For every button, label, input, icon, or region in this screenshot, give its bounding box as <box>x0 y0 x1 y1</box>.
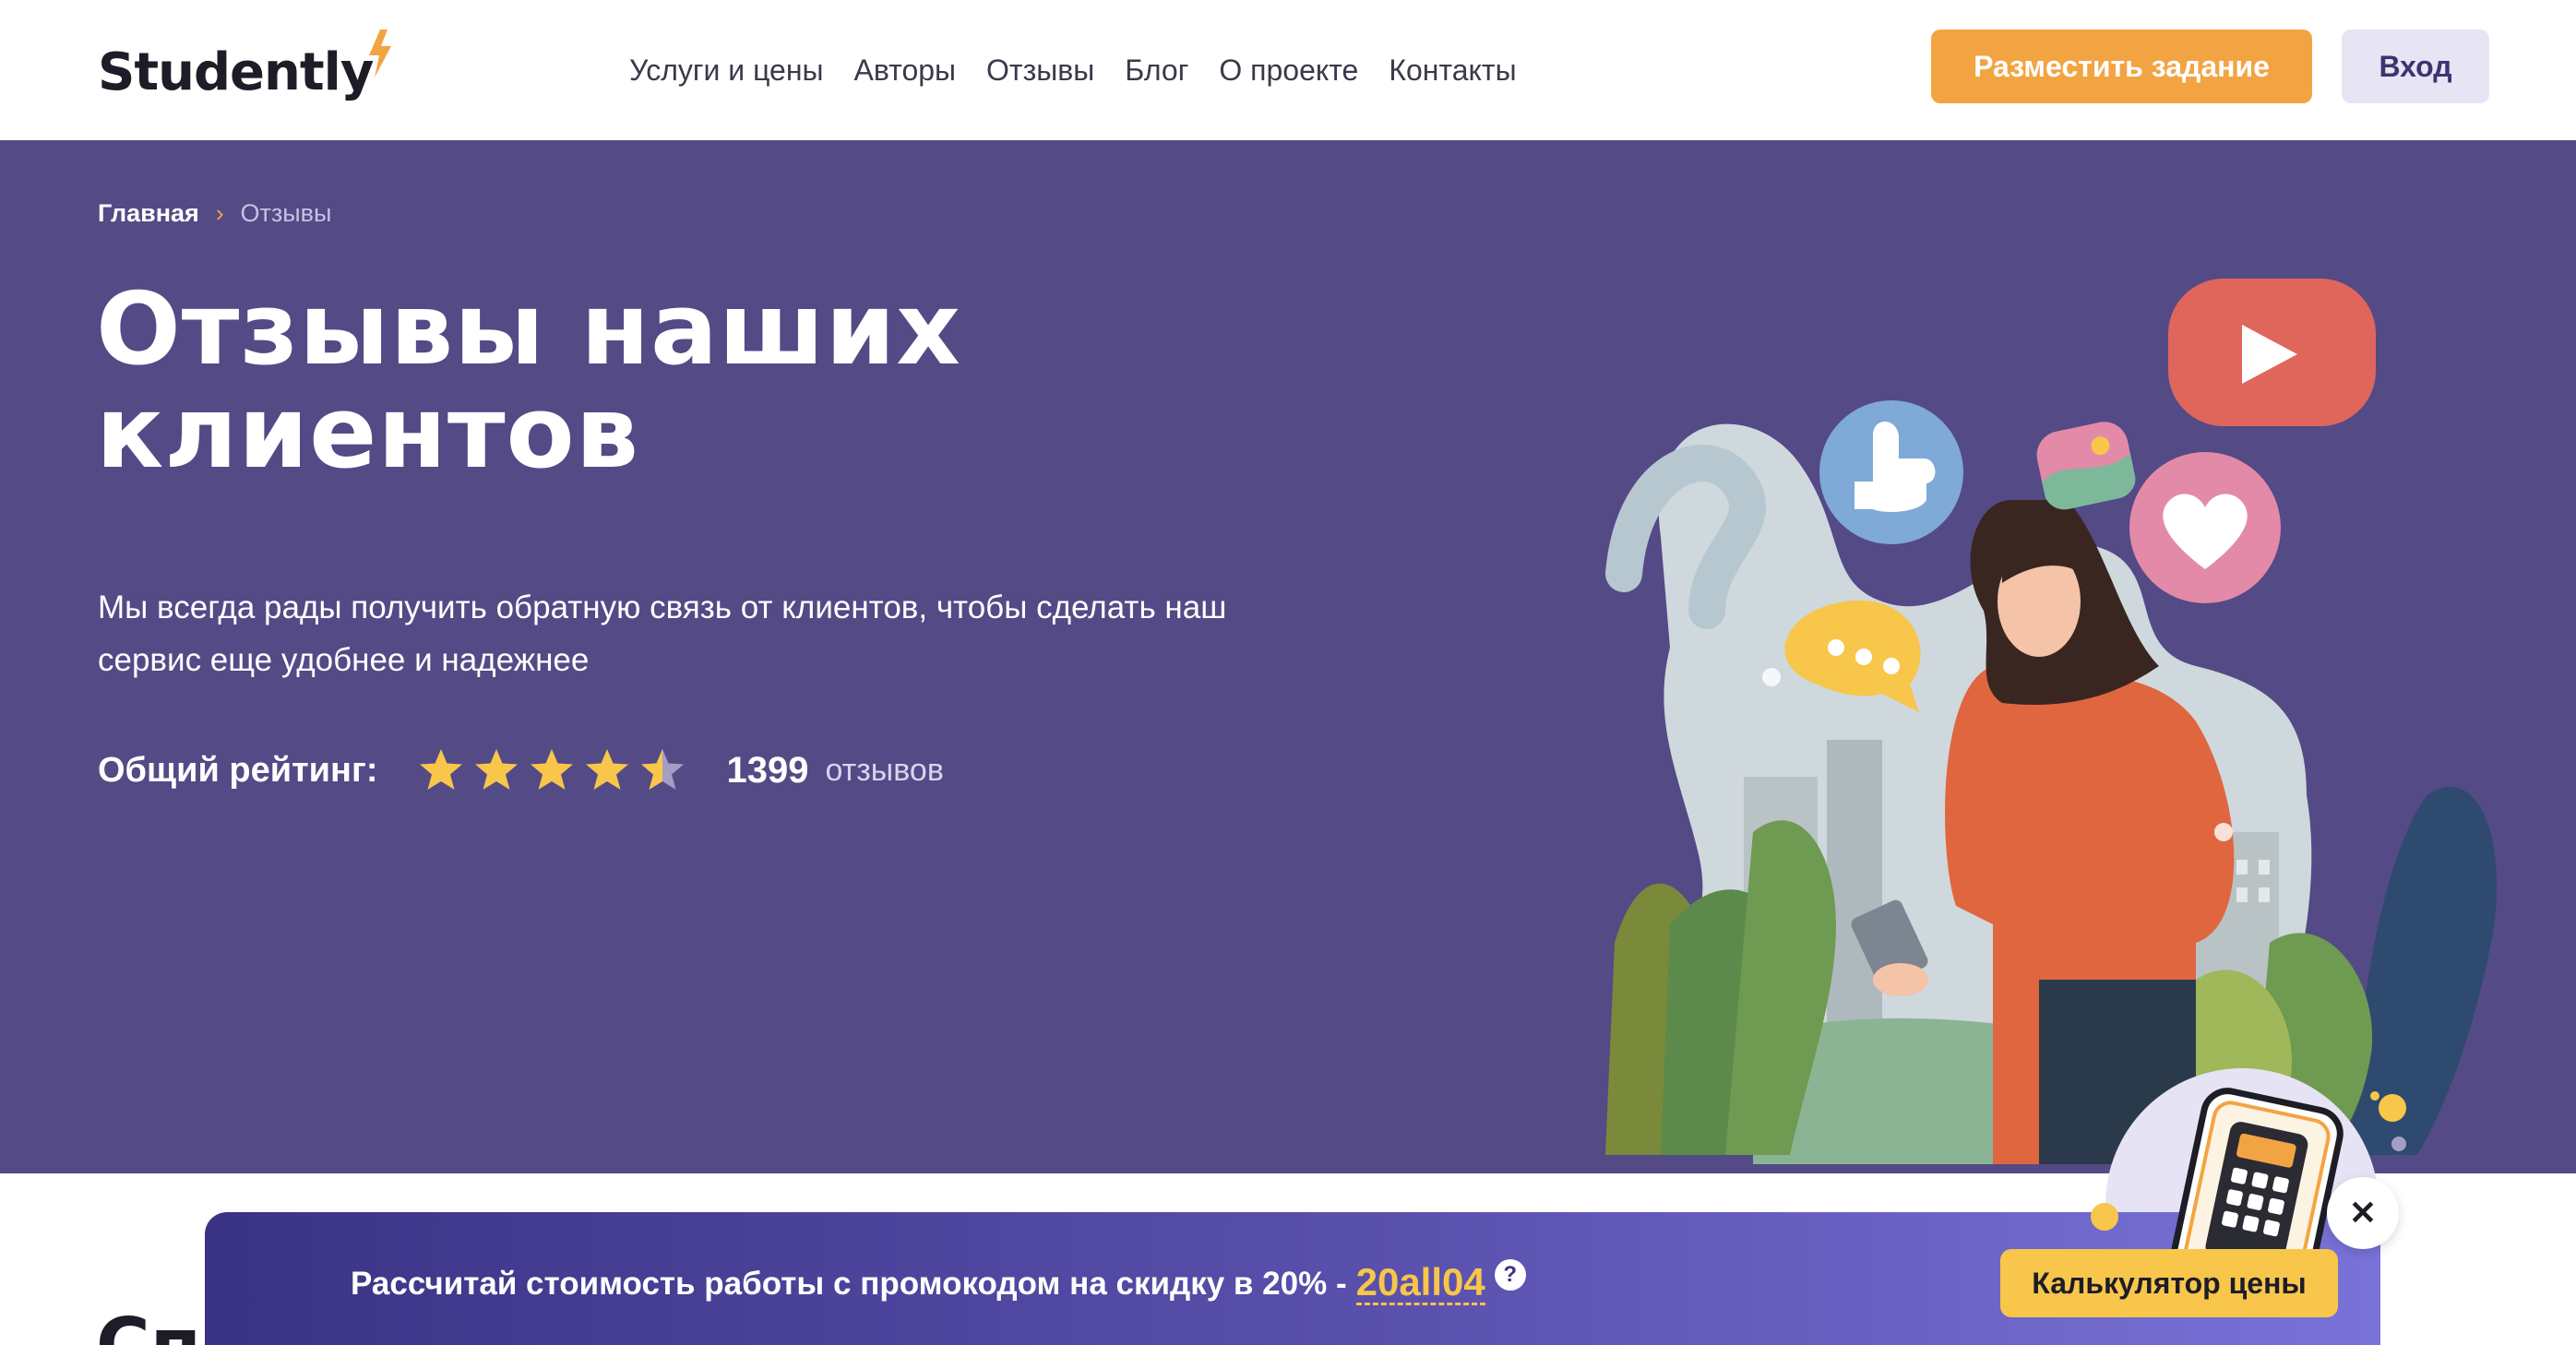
logo[interactable]: Studently <box>98 30 392 109</box>
post-task-button[interactable]: Разместить задание <box>1931 30 2312 103</box>
star-icon-full <box>531 749 574 790</box>
star-icon-full <box>586 749 629 790</box>
close-icon[interactable]: ✕ <box>2327 1177 2399 1249</box>
site-header: Studently Услуги и цены Авторы Отзывы Бл… <box>0 0 2576 140</box>
star-icon-full <box>420 749 463 790</box>
rating-stars <box>418 747 686 793</box>
decor-dot <box>2370 1091 2379 1101</box>
nav-item-authors[interactable]: Авторы <box>854 54 957 88</box>
hero-section: Главная › Отзывы Отзывы наших клиентов М… <box>0 140 2576 1173</box>
hero-subtitle-line1: Мы всегда рады получить обратную связь о… <box>98 589 1227 625</box>
section-title-partial: Сп <box>96 1303 201 1345</box>
promo-code[interactable]: 20all04 <box>1355 1262 1485 1305</box>
nav-item-blog[interactable]: Блог <box>1125 54 1188 88</box>
review-count-label: отзывов <box>825 752 944 788</box>
nav-item-contacts[interactable]: Контакты <box>1389 54 1516 88</box>
nav-item-about[interactable]: О проекте <box>1219 54 1358 88</box>
main-nav: Услуги и цены Авторы Отзывы Блог О проек… <box>629 44 1547 96</box>
review-count: 1399 <box>726 749 809 791</box>
star-icon-full <box>475 749 519 790</box>
logo-text: Studently <box>98 42 374 102</box>
promo-text: Рассчитай стоимость работы с промокодом … <box>351 1258 1526 1305</box>
breadcrumb: Главная › Отзывы <box>98 199 331 228</box>
page-title: Отзывы наших клиентов <box>96 279 1203 485</box>
page-title-line2: клиентов <box>96 375 640 491</box>
hero-subtitle: Мы всегда рады получить обратную связь о… <box>98 581 1371 686</box>
chevron-right-icon: › <box>215 199 224 227</box>
hero-illustration <box>1605 279 2498 1164</box>
breadcrumb-current: Отзывы <box>240 199 332 227</box>
nav-item-services[interactable]: Услуги и цены <box>629 54 824 88</box>
nav-item-reviews[interactable]: Отзывы <box>986 54 1094 88</box>
decor-dot <box>2091 1203 2118 1231</box>
overall-rating: Общий рейтинг: 1399 отзывов <box>98 738 944 803</box>
hero-subtitle-line2: сервис еще удобнее и надежнее <box>98 642 590 678</box>
promo-message: Рассчитай стоимость работы с промокодом … <box>351 1265 1347 1302</box>
login-button[interactable]: Вход <box>2342 30 2489 103</box>
price-calculator-button[interactable]: Калькулятор цены <box>2000 1249 2338 1317</box>
decor-dot <box>2379 1094 2406 1122</box>
breadcrumb-home-link[interactable]: Главная <box>98 199 199 228</box>
star-icon-half <box>641 749 685 790</box>
lightning-icon <box>369 30 392 77</box>
rating-label: Общий рейтинг: <box>98 750 378 790</box>
help-icon[interactable]: ? <box>1494 1258 1526 1291</box>
page-title-line1: Отзывы наших <box>96 272 961 387</box>
decor-dot <box>2391 1137 2406 1151</box>
